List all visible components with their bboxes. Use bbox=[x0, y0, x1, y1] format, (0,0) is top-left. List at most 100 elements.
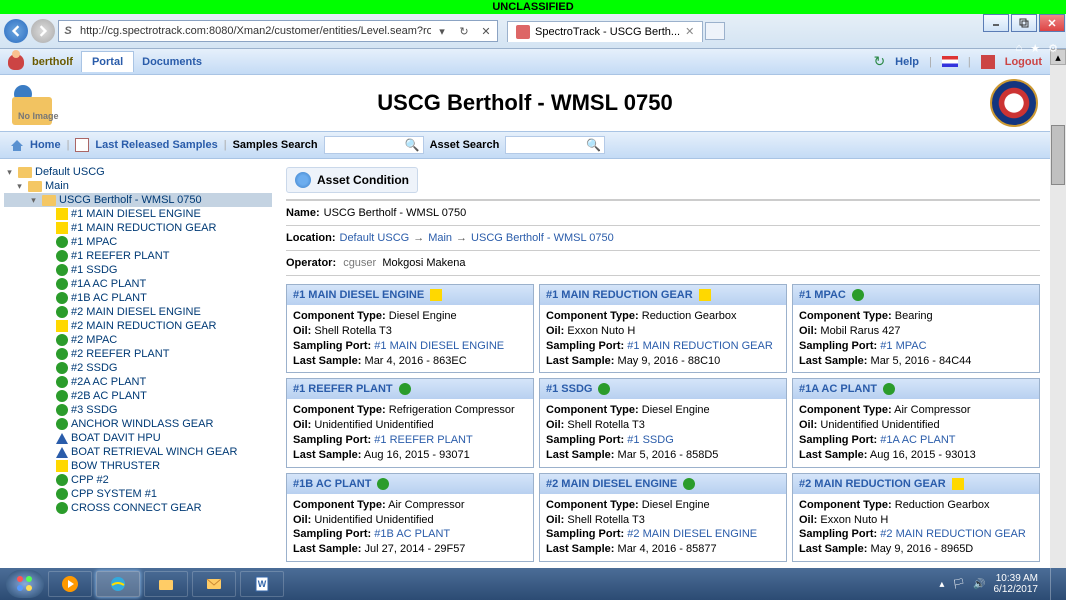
folder-logo: No Image bbox=[12, 81, 60, 125]
tree-selected[interactable]: ▾USCG Bertholf - WMSL 0750 bbox=[4, 193, 272, 207]
username-link[interactable]: bertholf bbox=[32, 56, 73, 68]
home-icon[interactable]: ⌂ bbox=[1016, 42, 1023, 55]
tree-item[interactable]: CPP SYSTEM #1 bbox=[4, 487, 272, 501]
card-title-link[interactable]: #1B AC PLANT bbox=[293, 478, 371, 490]
breadcrumb-segment[interactable]: Default USCG bbox=[340, 232, 410, 244]
samples-search-input[interactable]: 🔍 bbox=[324, 136, 424, 154]
status-cir-icon bbox=[56, 334, 68, 346]
show-desktop-button[interactable] bbox=[1050, 568, 1060, 600]
browser-tab[interactable]: SpectroTrack - USCG Berth... ✕ bbox=[507, 21, 703, 42]
card-title-link[interactable]: #1 MPAC bbox=[799, 289, 846, 301]
tree-item[interactable]: CROSS CONNECT GEAR bbox=[4, 501, 272, 515]
tree-item[interactable]: #2 SSDG bbox=[4, 361, 272, 375]
tree-item[interactable]: ANCHOR WINDLASS GEAR bbox=[4, 417, 272, 431]
flag-us-icon[interactable] bbox=[942, 56, 958, 67]
tray-clock[interactable]: 10:39 AM6/12/2017 bbox=[994, 573, 1043, 595]
url-stop-icon[interactable]: ✕ bbox=[475, 21, 497, 41]
tree-item[interactable]: #2B AC PLANT bbox=[4, 389, 272, 403]
tree-item[interactable]: #1A AC PLANT bbox=[4, 277, 272, 291]
favorites-icon[interactable]: ★ bbox=[1030, 42, 1040, 55]
card-header: #2 MAIN REDUCTION GEAR bbox=[793, 474, 1039, 494]
card-title-link[interactable]: #2 MAIN DIESEL ENGINE bbox=[546, 478, 677, 490]
help-link[interactable]: Help bbox=[895, 56, 919, 68]
address-bar[interactable]: S http://cg.spectrotrack.com:8080/Xman2/… bbox=[58, 20, 498, 42]
sampling-port-link[interactable]: #1 MPAC bbox=[880, 340, 926, 352]
asset-search-input[interactable]: 🔍 bbox=[505, 136, 605, 154]
new-tab-button[interactable] bbox=[705, 22, 725, 40]
tray-volume-icon[interactable]: 🔊 bbox=[973, 579, 985, 590]
tray-action-center-icon[interactable]: 🏳 bbox=[952, 579, 965, 590]
tree-item[interactable]: CPP #2 bbox=[4, 473, 272, 487]
tree-item[interactable]: #1 MAIN REDUCTION GEAR bbox=[4, 221, 272, 235]
status-sq-icon bbox=[56, 222, 68, 234]
sampling-port-link[interactable]: #1A AC PLANT bbox=[880, 434, 955, 446]
tree-item[interactable]: BOAT DAVIT HPU bbox=[4, 431, 272, 445]
tree-item[interactable]: BOAT RETRIEVAL WINCH GEAR bbox=[4, 445, 272, 459]
card-title-link[interactable]: #2 MAIN REDUCTION GEAR bbox=[799, 478, 946, 490]
tree-root[interactable]: ▾Default USCG bbox=[4, 165, 272, 179]
tree-item[interactable]: #2A AC PLANT bbox=[4, 375, 272, 389]
home-link[interactable]: Home bbox=[30, 139, 61, 151]
taskbar-outlook[interactable] bbox=[192, 571, 236, 597]
system-tray: ▴ 🏳 🔊 10:39 AM6/12/2017 bbox=[939, 568, 1060, 600]
card-title-link[interactable]: #1 MAIN DIESEL ENGINE bbox=[293, 289, 424, 301]
panel-header: Asset Condition bbox=[286, 167, 418, 193]
tray-expand-icon[interactable]: ▴ bbox=[939, 579, 944, 590]
taskbar-explorer[interactable] bbox=[144, 571, 188, 597]
sampling-port-link[interactable]: #1 SSDG bbox=[627, 434, 673, 446]
start-button[interactable] bbox=[6, 570, 44, 598]
tree-item[interactable]: #2 MAIN DIESEL ENGINE bbox=[4, 305, 272, 319]
breadcrumb-segment[interactable]: Main bbox=[428, 232, 452, 244]
search-icon[interactable]: 🔍 bbox=[586, 138, 601, 152]
page-scrollbar[interactable]: ▴ ▾ bbox=[1050, 49, 1066, 589]
maximize-button[interactable] bbox=[1011, 14, 1037, 32]
sampling-port-link[interactable]: #2 MAIN DIESEL ENGINE bbox=[627, 528, 757, 540]
sampling-port-link[interactable]: #2 MAIN REDUCTION GEAR bbox=[880, 528, 1025, 540]
tree-item[interactable]: #2 MPAC bbox=[4, 333, 272, 347]
minimize-button[interactable] bbox=[983, 14, 1009, 32]
scroll-thumb[interactable] bbox=[1051, 125, 1065, 185]
status-cir-icon bbox=[852, 289, 864, 301]
home-nav-icon[interactable] bbox=[10, 138, 24, 152]
last-released-samples-link[interactable]: Last Released Samples bbox=[95, 139, 217, 151]
sampling-port-link[interactable]: #1 REEFER PLANT bbox=[374, 434, 472, 446]
tree-item[interactable]: BOW THRUSTER bbox=[4, 459, 272, 473]
close-button[interactable] bbox=[1039, 14, 1065, 32]
status-cir-icon bbox=[56, 404, 68, 416]
nav-back-button[interactable] bbox=[4, 19, 28, 43]
tree-main[interactable]: ▾Main bbox=[4, 179, 272, 193]
tree-item[interactable]: #2 REEFER PLANT bbox=[4, 347, 272, 361]
url-dropdown-icon[interactable]: ▾ bbox=[431, 21, 453, 41]
refresh-icon[interactable]: ↻ bbox=[873, 53, 885, 70]
sampling-port-link[interactable]: #1B AC PLANT bbox=[374, 528, 450, 540]
sampling-port-link[interactable]: #1 MAIN REDUCTION GEAR bbox=[627, 340, 772, 352]
asset-tree: ▾Default USCG ▾Main ▾USCG Bertholf - WMS… bbox=[0, 159, 276, 589]
card-body: Component Type: Diesel Engine Oil: Shell… bbox=[287, 305, 533, 372]
tree-item[interactable]: #1 MAIN DIESEL ENGINE bbox=[4, 207, 272, 221]
taskbar-word[interactable]: W bbox=[240, 571, 284, 597]
card-title-link[interactable]: #1 REEFER PLANT bbox=[293, 383, 393, 395]
taskbar-wmp[interactable] bbox=[48, 571, 92, 597]
card-title-link[interactable]: #1 MAIN REDUCTION GEAR bbox=[546, 289, 693, 301]
tab-favicon-icon bbox=[516, 25, 530, 39]
card-title-link[interactable]: #1 SSDG bbox=[546, 383, 592, 395]
search-icon[interactable]: 🔍 bbox=[405, 138, 420, 152]
gear-icon[interactable]: ⚙ bbox=[1048, 42, 1058, 55]
tree-item[interactable]: #1 REEFER PLANT bbox=[4, 249, 272, 263]
tree-item[interactable]: #1 SSDG bbox=[4, 263, 272, 277]
tree-item[interactable]: #2 MAIN REDUCTION GEAR bbox=[4, 319, 272, 333]
taskbar-ie[interactable] bbox=[96, 571, 140, 597]
tree-item[interactable]: #3 SSDG bbox=[4, 403, 272, 417]
url-refresh-icon[interactable]: ↻ bbox=[453, 21, 475, 41]
tab-portal[interactable]: Portal bbox=[81, 51, 134, 72]
tree-item[interactable]: #1B AC PLANT bbox=[4, 291, 272, 305]
card-title-link[interactable]: #1A AC PLANT bbox=[799, 383, 877, 395]
sampling-port-link[interactable]: #1 MAIN DIESEL ENGINE bbox=[374, 340, 504, 352]
tree-item[interactable]: #1 MPAC bbox=[4, 235, 272, 249]
nav-forward-button[interactable] bbox=[31, 19, 55, 43]
logout-link[interactable]: Logout bbox=[1005, 56, 1042, 68]
tab-close-icon[interactable]: ✕ bbox=[685, 25, 694, 38]
tab-documents[interactable]: Documents bbox=[142, 56, 202, 68]
breadcrumb-segment[interactable]: USCG Bertholf - WMSL 0750 bbox=[471, 232, 614, 244]
url-text[interactable]: http://cg.spectrotrack.com:8080/Xman2/cu… bbox=[77, 25, 431, 37]
